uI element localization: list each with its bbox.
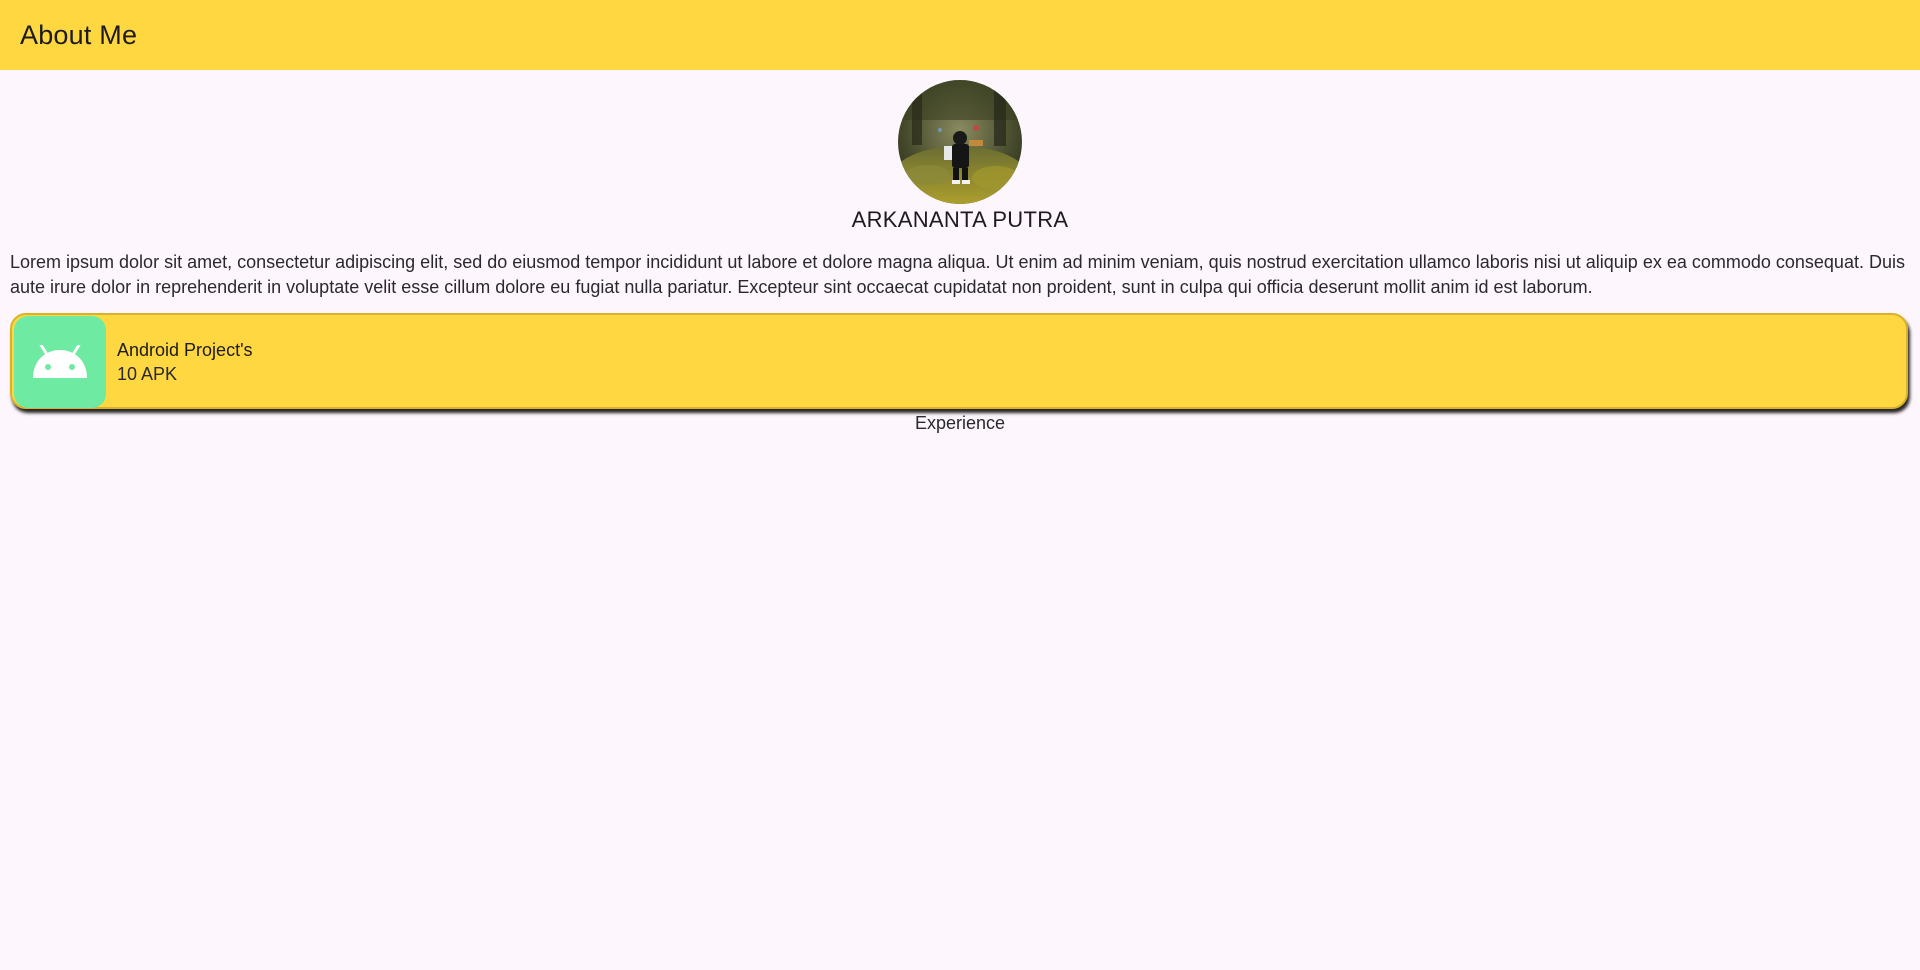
bio-text: Lorem ipsum dolor sit amet, consectetur … bbox=[10, 252, 1905, 297]
page-title: About Me bbox=[20, 19, 138, 50]
android-projects-card[interactable]: Android Project's 10 APK bbox=[10, 313, 1908, 409]
profile-photo bbox=[898, 80, 1022, 204]
project-title: Android Project's bbox=[117, 340, 253, 360]
avatar bbox=[898, 80, 1022, 204]
android-icon bbox=[33, 345, 87, 378]
project-icon-container bbox=[14, 316, 106, 408]
experience-section-label: Experience bbox=[914, 413, 1006, 433]
app-bar: About Me bbox=[0, 0, 1920, 70]
project-subtitle: 10 APK bbox=[117, 364, 178, 384]
project-text: Android Project's 10 APK bbox=[117, 338, 253, 387]
profile-name: ARKANANTA PUTRA bbox=[851, 207, 1069, 232]
